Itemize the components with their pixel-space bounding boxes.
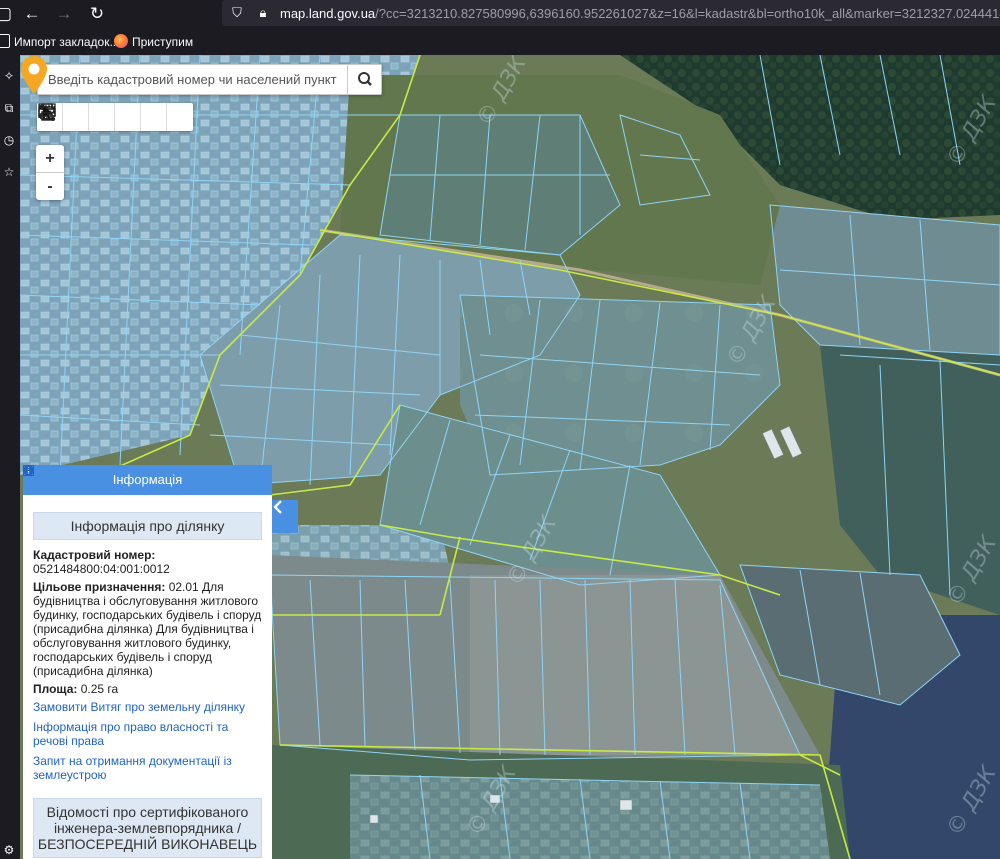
chevron-left-icon: [273, 500, 282, 514]
map-toolbar: M M² ?: [37, 103, 193, 131]
extension-icon[interactable]: ✧: [0, 67, 18, 85]
zoom-control: + -: [36, 145, 64, 200]
info-panel: Інформація Інформація про ділянку Кадаст…: [23, 465, 272, 859]
select-tool-button[interactable]: [43, 103, 141, 131]
area-label: Площа:: [33, 682, 78, 696]
route-button[interactable]: [39, 103, 193, 131]
settings-icon[interactable]: ⚙: [0, 841, 18, 859]
order-extract-link[interactable]: Замовити Витяг про земельну ділянку: [23, 465, 262, 714]
documentation-request-link[interactable]: Запит на отримання документації із земле…: [23, 465, 262, 782]
route-icon: [39, 105, 55, 121]
lock-icon[interactable]: 🔒︎: [254, 4, 272, 22]
search-button[interactable]: [347, 65, 381, 94]
synced-tabs-icon[interactable]: ⧉: [0, 99, 18, 117]
reload-button[interactable]: ↻: [85, 2, 109, 26]
purpose-label: Цільове призначення:: [33, 580, 166, 594]
cadastral-number: Кадастровий номер: 0521484800:04:001:001…: [33, 548, 262, 576]
bookmarks-bar: Импорт закладок... Приступим: [0, 28, 1000, 55]
measure-area-button[interactable]: M²: [38, 103, 115, 131]
back-button[interactable]: ←: [20, 2, 44, 26]
search-icon: [358, 72, 372, 86]
collapse-panel-button[interactable]: [272, 500, 298, 533]
search-input[interactable]: [38, 65, 346, 94]
cadastral-value: 0521484800:04:001:0012: [33, 562, 170, 576]
firefox-icon: [114, 34, 128, 48]
shield-icon[interactable]: ⛉: [228, 4, 246, 22]
browser-toolbar: ▢ ← → ↻ ⛉ 🔒︎ map.land.gov.ua/?cc=3213210…: [0, 0, 1000, 28]
area: Площа: 0.25 га: [33, 682, 262, 696]
address-bar[interactable]: ⛉ 🔒︎ map.land.gov.ua/?cc=3213210.8275809…: [222, 0, 1000, 26]
section-title-parcel: Інформація про ділянку: [33, 512, 262, 540]
area-value: 0.25 га: [80, 682, 119, 696]
bookmark-import[interactable]: Импорт закладок...: [0, 34, 119, 49]
tab-icon[interactable]: ▢: [0, 2, 16, 26]
forward-button[interactable]: →: [52, 2, 76, 26]
document-icon: [23, 465, 34, 476]
panel-body: Інформація про ділянку Кадастровий номер…: [23, 465, 272, 858]
panel-header: Інформація: [23, 465, 272, 495]
bookmark-get-started[interactable]: Приступим: [114, 34, 193, 49]
purpose: Цільове призначення: 02.01 Для будівницт…: [33, 580, 262, 678]
url-text[interactable]: map.land.gov.ua/?cc=3213210.827580996,63…: [280, 6, 1000, 21]
location-marker-icon[interactable]: [20, 55, 48, 95]
import-icon: [0, 34, 10, 48]
browser-sidebar: ✧ ⧉ ◷ ☆ ⚙: [0, 55, 20, 859]
history-icon[interactable]: ◷: [0, 131, 18, 149]
cadastral-label: Кадастровий номер:: [33, 548, 156, 562]
zoom-in-button[interactable]: +: [36, 145, 64, 172]
ownership-info-link[interactable]: Інформація про право власності та речові…: [23, 465, 262, 748]
measure-distance-button[interactable]: M: [41, 103, 89, 131]
map-canvas[interactable]: © ДЗК © ДЗК © ДЗК © ДЗК © ДЗК © ДЗК © ДЗ…: [20, 55, 1000, 859]
zoom-out-button[interactable]: -: [36, 172, 64, 199]
identify-button[interactable]: ?: [38, 103, 167, 131]
section-title-engineer: Відомості про сертифікованого інженера-з…: [33, 798, 262, 858]
bookmarks-icon[interactable]: ☆: [0, 163, 18, 181]
search-box: [37, 64, 382, 95]
purpose-value: 02.01 Для будівництва і обслуговування ж…: [33, 580, 262, 678]
